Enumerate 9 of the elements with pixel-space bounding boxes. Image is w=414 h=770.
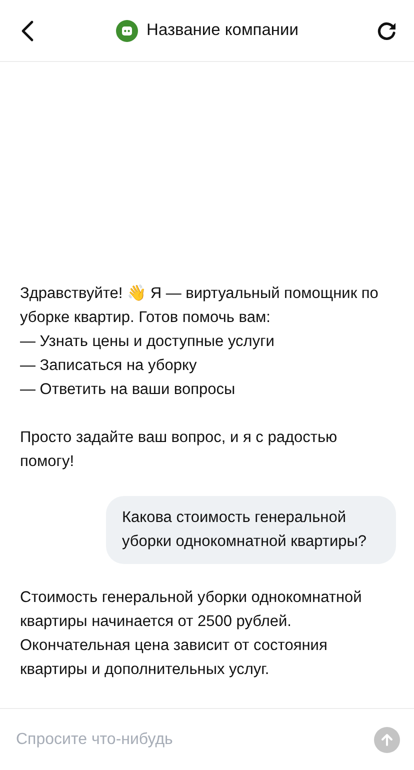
bot-message: Здравствуйте! 👋 Я — виртуальный помощник по уборке квартир. Готов помочь вам: — Узнать цены и доступные услуги — Записаться на уборку — Ответить на ваши вопросы Просто задайте ваш вопрос, и я с радостью помогу! <box>20 284 380 472</box>
chevron-left-icon <box>20 20 34 42</box>
company-name: Название компании <box>146 21 298 40</box>
bot-message: Стоимость генеральной уборки однокомнатной квартиры начинается от 2500 рублей. Окончательная цена зависит от состояния квартиры и дополнительных услуг. <box>20 588 363 680</box>
arrow-up-icon <box>380 732 394 746</box>
refresh-icon <box>376 20 398 42</box>
user-message-bubble: Какова стоимость генеральной уборки однокомнатной квартиры? <box>106 496 396 564</box>
bot-logo-icon <box>116 20 138 42</box>
message-input[interactable]: Спросите что-нибудь <box>16 724 366 754</box>
